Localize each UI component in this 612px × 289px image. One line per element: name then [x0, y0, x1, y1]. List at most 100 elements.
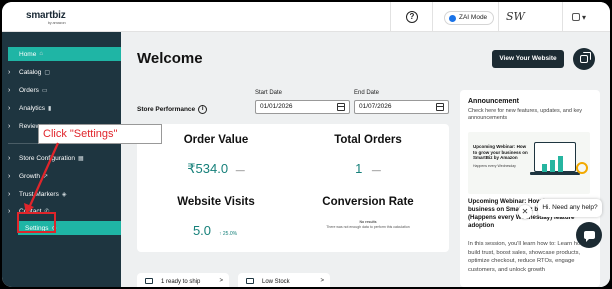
sidebar-item-orders[interactable]: › Orders ▭: [8, 83, 121, 97]
bar-illustration: [558, 156, 563, 172]
total-orders-amount: 1 —: [313, 161, 423, 176]
order-value-amount: ₹534.0 —: [161, 161, 271, 177]
bar-illustration: [542, 164, 547, 172]
sidebar-item-label: Trust Markers: [19, 190, 59, 198]
sidebar-item-growth[interactable]: › Growth ↗: [8, 169, 121, 183]
laptop-illustration: [534, 142, 576, 172]
help-icon[interactable]: ?: [406, 11, 418, 23]
no-results-body: There was not enough data to perform thi…: [326, 224, 410, 229]
banner-subtitle: Happens every Wednesday: [473, 164, 516, 168]
banner-title: Upcoming Webinar: How to grow your busin…: [473, 144, 528, 160]
bar-illustration: [550, 160, 555, 172]
start-date-field[interactable]: 01/01/2026: [255, 100, 350, 114]
sidebar-item-analytics[interactable]: › Analytics ▮: [8, 101, 121, 115]
main-content: Welcome View Your Website Store Performa…: [121, 32, 610, 287]
conversion-rate-title: Conversion Rate: [322, 196, 414, 208]
total-orders-number: 1: [355, 161, 363, 176]
shield-icon: ◈: [61, 191, 67, 198]
calendar-icon[interactable]: [436, 103, 444, 111]
sidebar-item-label: Orders: [19, 86, 39, 94]
view-website-button[interactable]: View Your Website: [492, 50, 564, 68]
start-date-label: Start Date: [255, 90, 283, 96]
top-divider: [562, 2, 563, 32]
sidebar: Home ⌂ › Catalog ▢ › Orders ▭ › Analytic…: [2, 32, 121, 287]
box-icon: ▢: [44, 69, 51, 76]
top-bar: smartbiz by amazon ? ZAI Mode SW ▾: [2, 2, 610, 32]
growth-icon: ↗: [42, 173, 48, 180]
website-visits-number: 5.0: [192, 223, 212, 238]
chat-icon: [583, 231, 595, 242]
account-icon: [572, 13, 580, 21]
truck-icon: [145, 278, 153, 284]
chevron-right-icon: ›: [8, 68, 11, 76]
chevron-right-icon: ›: [8, 86, 11, 94]
house-icon: ⌂: [39, 51, 43, 57]
store-icon: ▦: [78, 155, 84, 162]
sidebar-item-store-configuration[interactable]: › Store Configuration ▦: [8, 151, 121, 165]
chevron-right-icon: ›: [8, 122, 11, 130]
coin-illustration: [576, 162, 588, 174]
app-window: smartbiz by amazon ? ZAI Mode SW ▾ Home …: [2, 2, 610, 287]
chevron-right-icon: >: [320, 278, 324, 284]
chevron-right-icon: ›: [8, 190, 11, 198]
zai-mode-label: ZAI Mode: [459, 14, 488, 21]
copy-icon: [580, 52, 591, 63]
instruction-callout: Click "Settings": [38, 124, 162, 144]
conversion-no-results: No results There was not enough data to …: [313, 220, 423, 229]
cart-icon: ▭: [41, 87, 48, 94]
sidebar-item-home[interactable]: Home ⌂: [8, 47, 121, 61]
end-date-value: 01/07/2026: [359, 103, 392, 110]
info-icon[interactable]: i: [198, 105, 208, 114]
sidebar-item-trust-markers[interactable]: › Trust Markers ◈: [8, 187, 121, 201]
chart-icon: ▮: [48, 105, 52, 112]
webinar-banner-image[interactable]: Upcoming Webinar: How to grow your busin…: [468, 132, 590, 194]
chevron-right-icon: ›: [8, 172, 11, 180]
performance-card: Order Value ₹534.0 — Total Orders 1 — We…: [137, 124, 449, 252]
low-stock-label: Low Stock: [262, 279, 290, 285]
announcement-panel: Announcement Check here for new features…: [460, 90, 600, 287]
announcement-title: Announcement: [468, 98, 519, 105]
total-orders-title: Total Orders: [334, 134, 402, 146]
chat-launcher-button[interactable]: [576, 222, 602, 248]
chevron-right-icon: >: [219, 278, 223, 284]
sidebar-item-catalog[interactable]: › Catalog ▢: [8, 65, 121, 79]
chevron-right-icon: ›: [8, 154, 11, 162]
sidebar-item-label: Analytics: [19, 104, 46, 112]
order-value-change: —: [235, 165, 245, 175]
laptop-base: [530, 172, 580, 175]
store-performance-label: Store Performance: [137, 106, 196, 113]
end-date-label: End Date: [354, 90, 380, 96]
order-value-number: ₹534.0: [187, 161, 229, 176]
zai-icon: [449, 14, 456, 22]
low-stock-card[interactable]: Low Stock >: [238, 273, 330, 287]
total-orders-change: —: [371, 165, 381, 175]
top-divider: [390, 2, 391, 32]
sidebar-item-label: Catalog: [19, 68, 42, 76]
copy-link-button[interactable]: [573, 48, 595, 70]
page-title: Welcome: [137, 50, 203, 67]
end-date-field[interactable]: 01/07/2026: [354, 100, 449, 114]
top-divider: [498, 2, 499, 32]
calendar-icon[interactable]: [337, 103, 345, 111]
chat-greeting-bubble[interactable]: Hi. Need any help?: [538, 199, 602, 217]
chevron-right-icon: ›: [8, 207, 11, 215]
account-menu[interactable]: ▾: [572, 10, 592, 24]
sidebar-item-label: Store Configuration: [19, 154, 76, 162]
chevron-down-icon: ▾: [582, 12, 587, 22]
announcement-body: In this session, you'll learn how to: Le…: [468, 241, 591, 273]
website-visits-title: Website Visits: [177, 196, 255, 208]
ready-to-ship-card[interactable]: 1 ready to ship >: [137, 273, 229, 287]
zai-mode-toggle[interactable]: ZAI Mode: [444, 11, 495, 25]
chat-close-icon[interactable]: ✕: [518, 205, 532, 219]
start-date-value: 01/01/2026: [260, 103, 293, 110]
trend-icon: [246, 278, 254, 284]
sidebar-item-label: Growth: [19, 172, 40, 180]
order-value-title: Order Value: [183, 134, 249, 146]
announcement-description: Check here for new features, updates, an…: [468, 108, 583, 121]
store-logo[interactable]: SW: [506, 10, 525, 23]
chevron-right-icon: ›: [8, 104, 11, 112]
website-visits-change: ↑ 25.0%: [219, 231, 238, 237]
smartbiz-logo[interactable]: smartbiz by amazon: [26, 10, 66, 25]
settings-highlight-box: [17, 212, 56, 233]
sidebar-item-label: Home: [19, 50, 37, 58]
